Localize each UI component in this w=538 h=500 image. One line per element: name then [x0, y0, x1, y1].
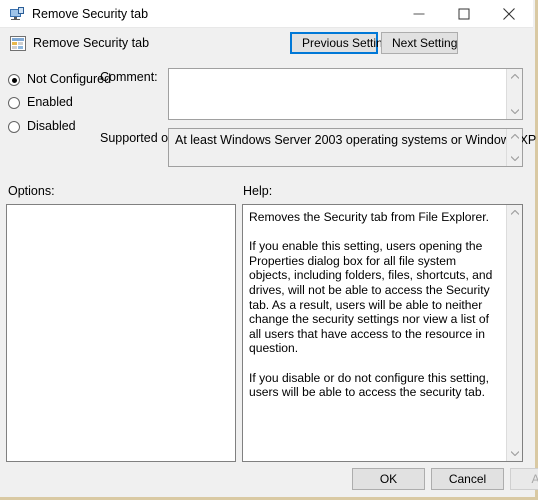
maximize-button[interactable]	[441, 0, 486, 27]
radio-not-configured-mark	[8, 74, 20, 86]
options-label: Options:	[8, 184, 55, 198]
comment-scroll-up-icon[interactable]	[507, 69, 523, 84]
options-panel[interactable]	[6, 204, 236, 462]
radio-enabled-label: Enabled	[27, 95, 73, 109]
previous-setting-button[interactable]: Previous Setting	[290, 32, 389, 54]
policy-setting-icon	[9, 6, 25, 22]
screenshot-frame: Remove Security tab Remove Security tab …	[0, 0, 538, 500]
supported-on-field[interactable]: At least Windows Server 2003 operating s…	[168, 128, 538, 167]
apply-button: Apply	[510, 468, 538, 490]
help-label: Help:	[243, 184, 273, 198]
title-bar: Remove Security tab	[0, 0, 533, 28]
comment-scrollbar[interactable]	[506, 69, 522, 119]
supported-on-value: At least Windows Server 2003 operating s…	[175, 133, 538, 147]
window-title: Remove Security tab	[32, 7, 149, 21]
radio-disabled-mark	[8, 121, 20, 133]
comment-label: Comment:	[100, 70, 158, 84]
help-text: Removes the Security tab from File Explo…	[249, 210, 493, 400]
radio-not-configured-label: Not Configured	[27, 72, 112, 86]
help-scroll-down-icon[interactable]	[507, 446, 522, 461]
supported-on-scrollbar[interactable]	[506, 129, 522, 166]
supported-on-scroll-up-icon[interactable]	[507, 129, 523, 144]
setting-header: Remove Security tab Previous Setting Nex…	[0, 28, 533, 61]
cancel-button[interactable]: Cancel	[431, 468, 504, 490]
help-scrollbar[interactable]	[506, 205, 522, 461]
minimize-button[interactable]	[396, 0, 441, 27]
radio-enabled-mark	[8, 97, 20, 109]
comment-scroll-down-icon[interactable]	[507, 104, 523, 119]
help-panel: Removes the Security tab from File Explo…	[242, 204, 523, 462]
supported-on-scroll-down-icon[interactable]	[507, 151, 523, 166]
close-button[interactable]	[486, 0, 531, 27]
radio-disabled-label: Disabled	[27, 119, 76, 133]
ok-button[interactable]: OK	[352, 468, 425, 490]
help-scroll-up-icon[interactable]	[507, 205, 522, 220]
group-policy-setting-dialog: Remove Security tab Remove Security tab …	[0, 0, 538, 494]
supported-on-label: Supported on:	[100, 131, 179, 145]
comment-input[interactable]	[168, 68, 523, 120]
policy-document-icon	[10, 36, 27, 52]
next-setting-button[interactable]: Next Setting	[381, 32, 458, 54]
setting-name: Remove Security tab	[33, 36, 150, 50]
